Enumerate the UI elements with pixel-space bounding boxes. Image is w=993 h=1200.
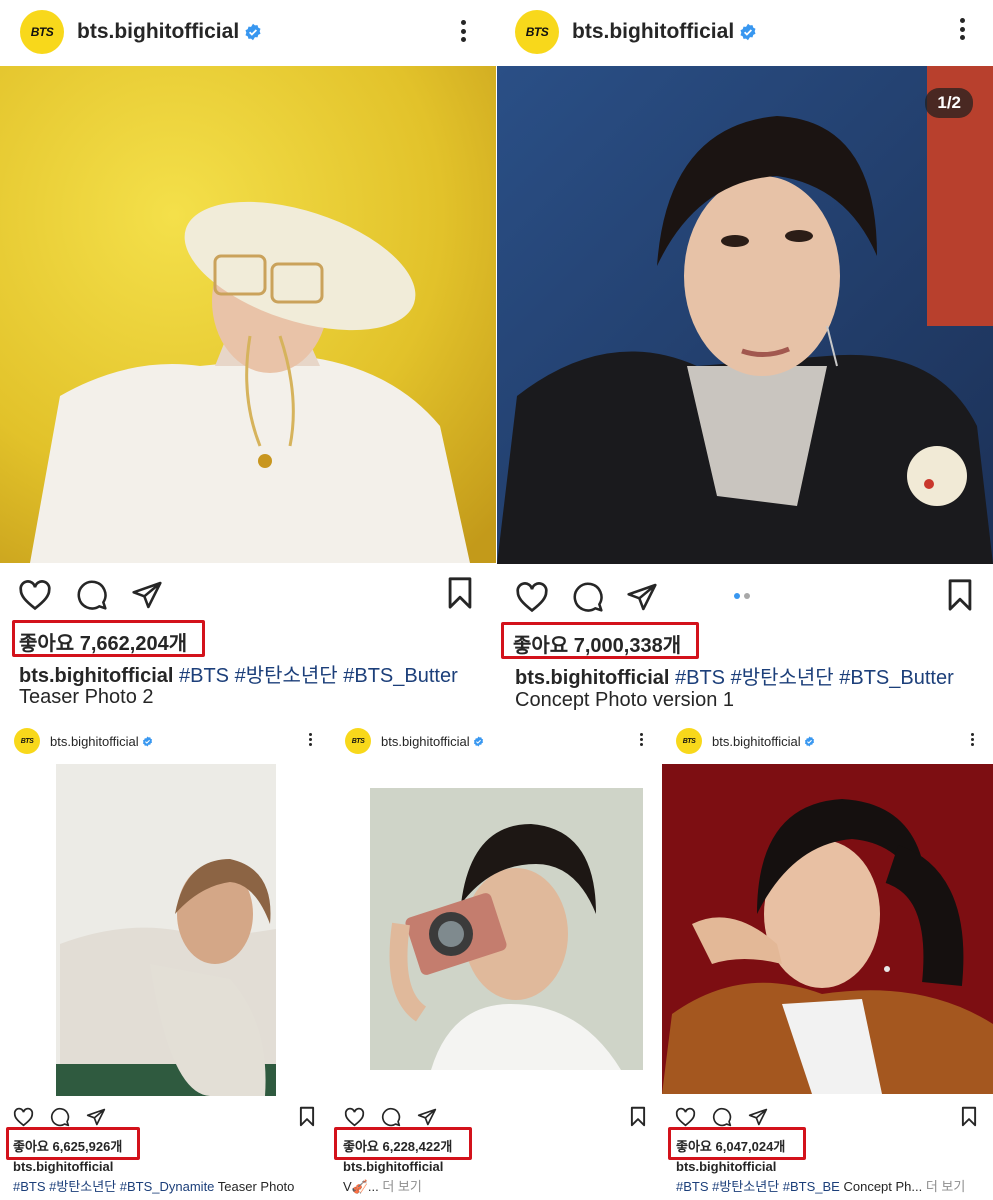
caption-username[interactable]: bts.bighitofficial [13,1159,113,1174]
caption: bts.bighitofficial #BTS #방탄소년단 #BTS_Butt… [515,661,985,690]
caption-text: Teaser Photo [214,1179,295,1194]
verified-badge-icon [739,23,757,41]
comment-icon[interactable] [76,579,108,611]
more-options-icon[interactable] [639,733,643,746]
caption-username[interactable]: bts.bighitofficial [19,665,173,687]
post-photo[interactable] [0,66,496,563]
caption-hashtags[interactable]: #BTS #방탄소년단 #BTS_Butter [179,665,458,687]
profile-avatar[interactable]: BTS [345,728,371,754]
comment-icon[interactable] [572,581,604,613]
more-options-icon[interactable] [308,733,312,746]
heart-icon[interactable] [13,1107,34,1127]
bookmark-icon[interactable] [959,1106,979,1132]
post-2: BTS bts.bighitofficial 1/2 좋아요 7,000,338… [497,0,993,720]
comment-icon[interactable] [381,1107,401,1127]
caption-line-2: Teaser Photo 2 [19,686,154,708]
caption: #BTS #방탄소년단 #BTS_Dynamite Teaser Photo [13,1176,331,1195]
likes-count[interactable]: 좋아요 7,662,204개 [19,627,187,656]
more-link[interactable]: 더 보기 [379,1179,422,1194]
username[interactable]: bts.bighitofficial [572,20,757,44]
share-icon[interactable] [626,581,658,613]
caption: #BTS #방탄소년단 #BTS_BE Concept Ph... 더 보기 [676,1176,992,1195]
post-photo[interactable] [331,764,662,1096]
post-1: BTS bts.bighitofficial 좋아요 7,662,204개 bt… [0,0,496,720]
post-3: BTS bts.bighitofficial 좋아요 6,625,926개 bt… [0,720,331,1200]
profile-avatar[interactable]: BTS [515,10,559,54]
verified-badge-icon [244,23,262,41]
more-options-icon[interactable] [970,733,974,746]
share-icon[interactable] [86,1107,106,1127]
verified-badge-icon [142,735,153,747]
likes-count[interactable]: 좋아요 6,047,024개 [676,1136,785,1155]
carousel-indicator [734,593,750,599]
caption: bts.bighitofficial #BTS #방탄소년단 #BTS_Butt… [19,659,489,688]
caption-hashtags[interactable]: #BTS #방탄소년단 #BTS_BE [676,1179,840,1194]
post-photo[interactable]: 1/2 [497,66,993,564]
comment-icon[interactable] [50,1107,70,1127]
bookmark-icon[interactable] [628,1106,648,1132]
post-4: BTS bts.bighitofficial 좋아요 6,228,422개 bt… [331,720,662,1200]
caption-text: V🎻... [343,1179,379,1194]
username[interactable]: bts.bighitofficial [381,734,484,749]
verified-badge-icon [804,735,815,747]
username[interactable]: bts.bighitofficial [77,20,262,44]
caption-text: Concept Ph... [839,1179,923,1194]
share-icon[interactable] [131,579,163,611]
share-icon[interactable] [417,1107,437,1127]
caption-line-2: Concept Photo version 1 [515,689,735,711]
heart-icon[interactable] [18,579,52,611]
heart-icon[interactable] [675,1107,696,1127]
heart-icon[interactable] [515,581,549,613]
more-options-icon[interactable] [959,18,965,40]
likes-count[interactable]: 좋아요 6,228,422개 [343,1136,452,1155]
username[interactable]: bts.bighitofficial [50,734,153,749]
more-link[interactable]: 더 보기 [922,1179,966,1194]
likes-count[interactable]: 좋아요 7,000,338개 [513,629,681,658]
image-counter: 1/2 [925,88,973,118]
profile-avatar[interactable]: BTS [14,728,40,754]
post-photo[interactable] [0,764,331,1096]
share-icon[interactable] [748,1107,768,1127]
bookmark-icon[interactable] [444,576,476,615]
verified-badge-icon [473,735,484,747]
caption-username[interactable]: bts.bighitofficial [676,1159,776,1174]
more-options-icon[interactable] [460,20,466,42]
caption-hashtags[interactable]: #BTS #방탄소년단 #BTS_Butter [675,667,954,689]
bookmark-icon[interactable] [297,1106,317,1132]
username[interactable]: bts.bighitofficial [712,734,815,749]
post-5: BTS bts.bighitofficial 좋아요 6,047,024개 bt… [662,720,993,1200]
bookmark-icon[interactable] [944,578,976,617]
profile-avatar[interactable]: BTS [20,10,64,54]
profile-avatar[interactable]: BTS [676,728,702,754]
caption: V🎻... 더 보기 [343,1176,661,1195]
caption-hashtags[interactable]: #BTS #방탄소년단 #BTS_Dynamite [13,1179,214,1194]
caption-username[interactable]: bts.bighitofficial [343,1159,443,1174]
caption-username[interactable]: bts.bighitofficial [515,667,669,689]
post-photo[interactable] [662,764,993,1094]
comment-icon[interactable] [712,1107,732,1127]
likes-count[interactable]: 좋아요 6,625,926개 [13,1136,122,1155]
heart-icon[interactable] [344,1107,365,1127]
